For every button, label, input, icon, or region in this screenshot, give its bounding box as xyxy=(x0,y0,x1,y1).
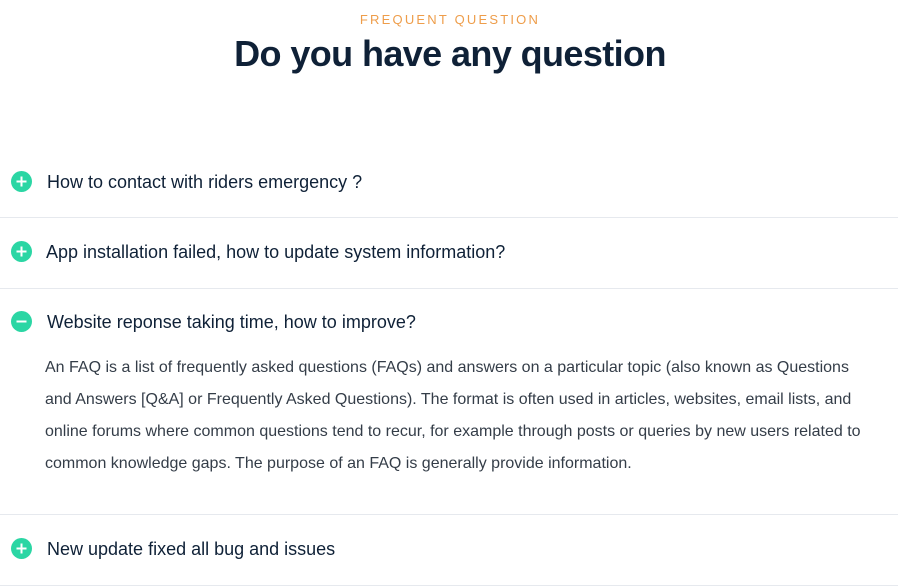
faq-question: Website reponse taking time, how to impr… xyxy=(47,312,416,332)
divider xyxy=(0,514,898,515)
divider xyxy=(0,288,898,289)
faq-question: How to contact with riders emergency ? xyxy=(47,172,363,192)
plus-circle-icon[interactable] xyxy=(11,241,32,262)
faq-question: App installation failed, how to update s… xyxy=(46,242,506,262)
faq-item-2[interactable]: App installation failed, how to update s… xyxy=(0,232,898,272)
faq-item-4[interactable]: New update fixed all bug and issues xyxy=(0,529,898,569)
divider xyxy=(0,585,898,586)
minus-circle-icon[interactable] xyxy=(11,311,32,332)
faq-answer: An FAQ is a list of frequently asked que… xyxy=(45,359,861,472)
plus-circle-icon[interactable] xyxy=(11,171,32,192)
faq-item-3[interactable]: Website reponse taking time, how to impr… xyxy=(0,302,898,342)
divider xyxy=(0,217,898,218)
faq-question: New update fixed all bug and issues xyxy=(47,539,336,559)
section-title: Do you have any question xyxy=(234,33,666,74)
faq-item-1[interactable]: How to contact with riders emergency ? xyxy=(0,162,898,202)
plus-circle-icon[interactable] xyxy=(11,538,32,559)
section-eyebrow: FREQUENT QUESTION xyxy=(359,12,541,27)
